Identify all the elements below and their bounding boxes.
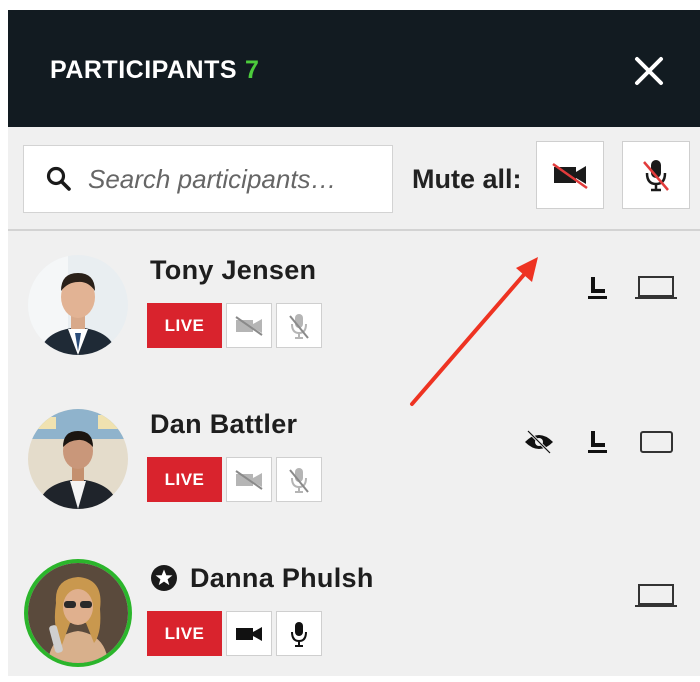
participant-name: Dan Battler xyxy=(150,409,298,439)
panel-header: PARTICIPANTS 7 xyxy=(8,10,700,127)
panel-title: PARTICIPANTS 7 xyxy=(50,56,259,85)
seat-icon[interactable] xyxy=(582,427,612,457)
hidden-eye-icon[interactable] xyxy=(522,427,556,457)
avatar[interactable] xyxy=(28,409,128,509)
mic-off-icon xyxy=(643,160,669,192)
video-toggle-button[interactable] xyxy=(226,611,272,656)
mic-off-icon xyxy=(289,313,309,339)
search-input[interactable] xyxy=(88,163,388,195)
avatar[interactable] xyxy=(28,563,128,663)
live-badge[interactable]: LIVE xyxy=(147,611,222,656)
panel-title-label: PARTICIPANTS xyxy=(50,56,238,84)
participant-controls: LIVE xyxy=(147,303,322,348)
video-off-icon xyxy=(235,315,263,336)
participant-controls: LIVE xyxy=(147,457,322,502)
seat-icon[interactable] xyxy=(582,273,612,303)
video-on-icon xyxy=(236,626,262,641)
participant-row[interactable]: Tony Jensen LIVE xyxy=(8,255,700,385)
close-button[interactable] xyxy=(628,50,670,92)
audio-toggle-button[interactable] xyxy=(276,457,322,502)
mute-all-video-button[interactable] xyxy=(536,141,604,209)
mute-all-label: Mute all: xyxy=(412,164,522,194)
participant-row[interactable]: Dan Battler LIVE xyxy=(8,409,700,539)
avatar[interactable] xyxy=(28,255,128,355)
video-off-icon xyxy=(235,469,263,490)
mute-all-audio-button[interactable] xyxy=(622,141,690,209)
live-badge[interactable]: LIVE xyxy=(147,303,222,348)
participant-name: Tony Jensen xyxy=(150,255,317,285)
host-star-icon xyxy=(150,564,180,594)
audio-toggle-button[interactable] xyxy=(276,303,322,348)
video-toggle-button[interactable] xyxy=(226,303,272,348)
mic-on-icon xyxy=(291,621,307,647)
participants-toolbar: Mute all: xyxy=(8,127,700,231)
live-badge[interactable]: LIVE xyxy=(147,457,222,502)
screen-icon[interactable] xyxy=(638,427,676,457)
video-toggle-button[interactable] xyxy=(226,457,272,502)
close-icon xyxy=(635,57,663,85)
participant-name-line: Danna Phulsh xyxy=(150,563,374,594)
participant-controls: LIVE xyxy=(147,611,322,656)
participant-count: 7 xyxy=(245,56,260,84)
participant-row[interactable]: Danna Phulsh LIVE xyxy=(8,563,700,676)
audio-toggle-button[interactable] xyxy=(276,611,322,656)
search-box[interactable] xyxy=(23,145,393,213)
participant-name: Danna Phulsh xyxy=(190,563,374,593)
participant-name-line: Tony Jensen xyxy=(150,255,316,286)
participant-name-line: Dan Battler xyxy=(150,409,297,440)
participants-panel: PARTICIPANTS7 Mute all: xyxy=(8,10,700,676)
screen-icon[interactable] xyxy=(634,581,678,611)
search-icon xyxy=(46,165,74,193)
screen-icon[interactable] xyxy=(634,273,678,303)
mic-off-icon xyxy=(289,467,309,493)
video-off-icon xyxy=(552,162,588,190)
